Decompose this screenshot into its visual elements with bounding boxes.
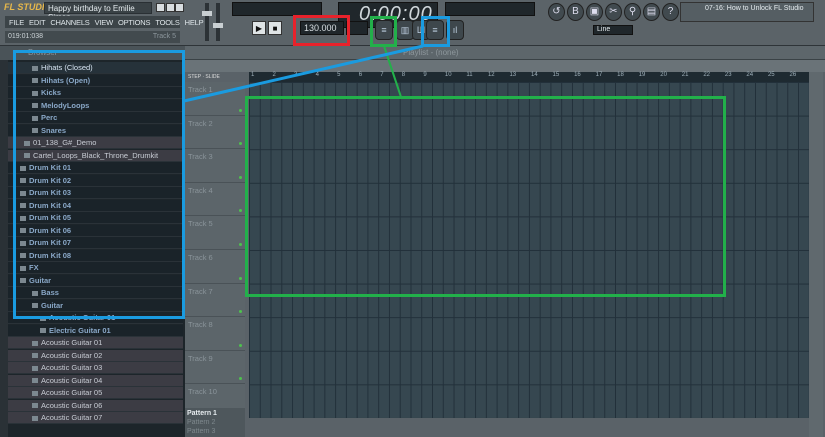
- playlist-button-highlight: [370, 16, 397, 47]
- playlist-grid-highlight: [245, 96, 726, 297]
- browser-highlight: [13, 50, 185, 319]
- tempo-highlight: [293, 15, 350, 46]
- blue-connector: [183, 44, 424, 103]
- browser-button-highlight: [421, 16, 450, 47]
- annotation-layer: [13, 15, 726, 319]
